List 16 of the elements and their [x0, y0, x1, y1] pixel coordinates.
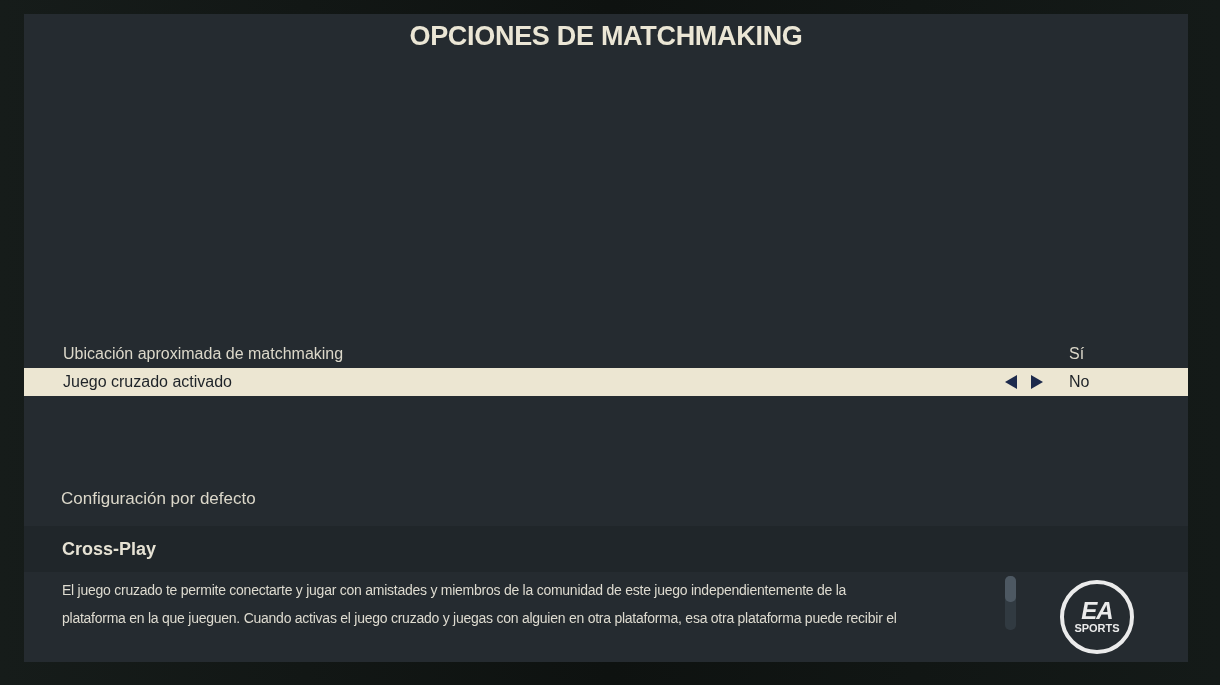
left-triangle-icon[interactable]	[1005, 375, 1017, 389]
setting-row[interactable]: Juego cruzado activado No	[24, 368, 1188, 396]
scrollbar-thumb[interactable]	[1005, 576, 1016, 602]
setting-row[interactable]: Ubicación aproximada de matchmaking Sí	[24, 340, 1188, 368]
logo-text: SPORTS	[1074, 621, 1120, 635]
right-triangle-icon[interactable]	[1031, 375, 1043, 389]
setting-value: Sí	[1069, 345, 1086, 363]
help-title: Cross-Play	[62, 538, 157, 560]
default-settings-button[interactable]: Configuración por defecto	[24, 482, 256, 516]
scrollbar[interactable]	[1005, 576, 1016, 630]
help-description: El juego cruzado te permite conectarte y jugar con amistades y miembros de la comunidad de este juego independientemente de la plataforma en la que jueguen. Cuando activas el juego cruzado y juegas con alguien en otra plataforma, esa otra plataforma puede recibir el	[62, 581, 898, 628]
setting-value: No	[1069, 373, 1091, 391]
setting-label: Juego cruzado activado	[63, 373, 233, 391]
logo-text: EA	[1081, 599, 1113, 622]
setting-label: Ubicación aproximada de matchmaking	[63, 345, 345, 363]
screen-title: OPCIONES DE MATCHMAKING	[409, 20, 803, 52]
